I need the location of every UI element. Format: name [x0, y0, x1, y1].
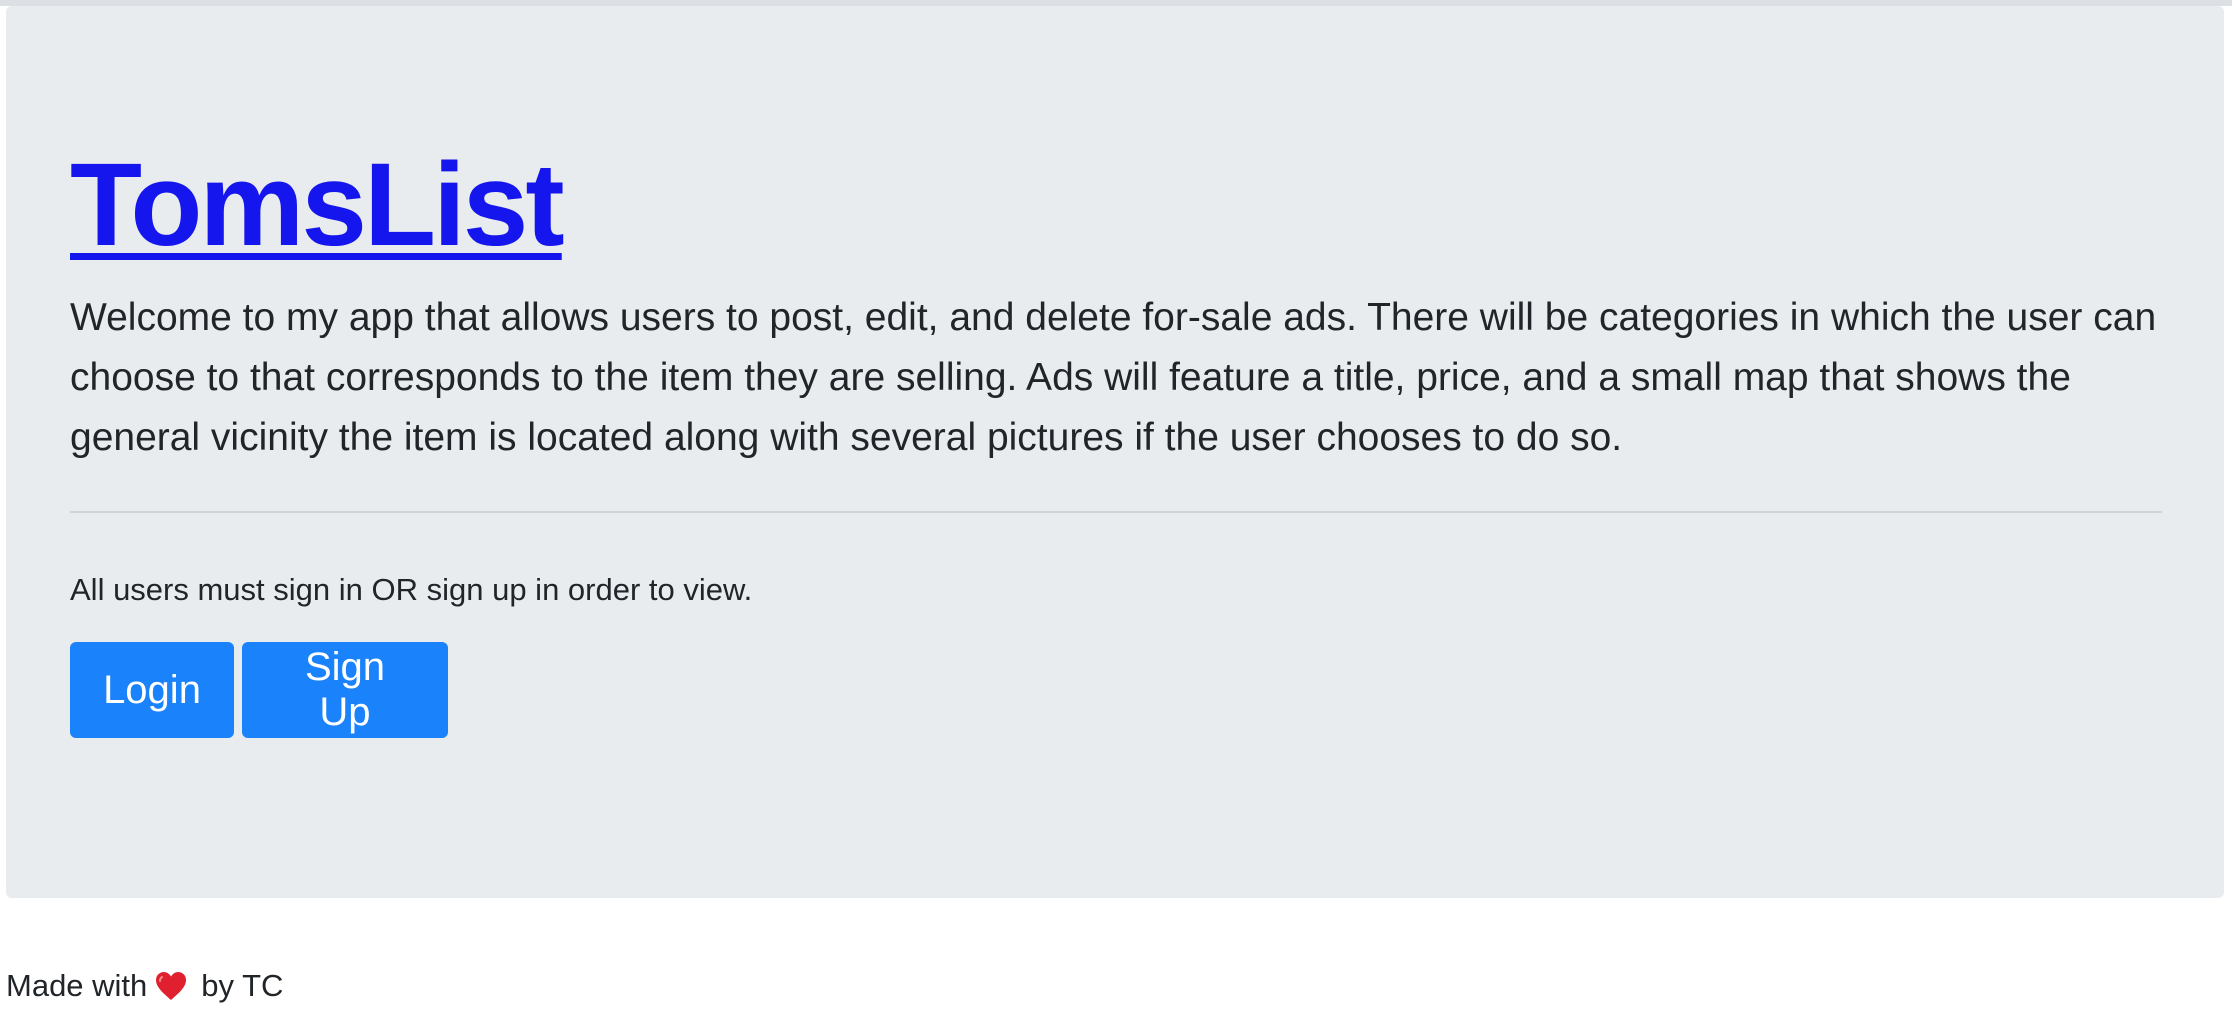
page-title: TomsList	[70, 146, 565, 264]
heart-icon	[155, 971, 187, 1001]
intro-description: Welcome to my app that allows users to p…	[70, 296, 2157, 459]
auth-buttons: Login Sign Up	[70, 642, 448, 738]
footer-made-with: Made with	[6, 968, 148, 1003]
auth-notice: All users must sign in OR sign up in ord…	[70, 572, 753, 607]
login-button[interactable]: Login	[70, 642, 234, 738]
sign-up-button[interactable]: Sign Up	[242, 642, 448, 738]
home-link[interactable]: TomsList	[70, 139, 565, 271]
footer: Made with by TC	[6, 966, 283, 1006]
divider	[70, 511, 2162, 513]
footer-author: by TC	[201, 968, 284, 1003]
hero-panel: TomsList Welcome to my app that allows u…	[6, 6, 2224, 898]
